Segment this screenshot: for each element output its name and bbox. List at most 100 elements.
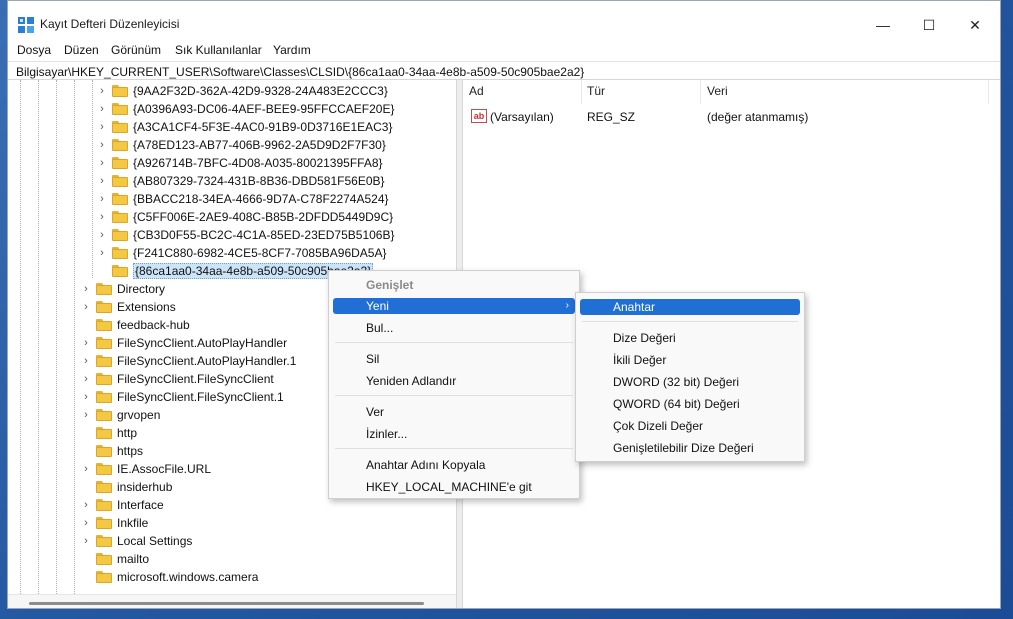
tree-item[interactable]: › Inkfile bbox=[80, 514, 148, 532]
chevron-right-icon[interactable]: › bbox=[96, 154, 108, 172]
menu-find[interactable]: Bul... bbox=[333, 320, 575, 336]
chevron-right-icon[interactable]: › bbox=[80, 388, 92, 406]
chevron-right-icon[interactable]: › bbox=[80, 406, 92, 424]
tree-horizontal-scrollbar[interactable] bbox=[8, 594, 456, 608]
chevron-right-icon[interactable]: › bbox=[80, 370, 92, 388]
chevron-right-icon[interactable]: › bbox=[80, 298, 92, 316]
chevron-right-icon[interactable]: › bbox=[96, 100, 108, 118]
chevron-right-icon[interactable]: › bbox=[96, 190, 108, 208]
submenu-string-value[interactable]: Dize Değeri bbox=[580, 330, 800, 346]
menu-permissions[interactable]: İzinler... bbox=[333, 426, 575, 442]
tree-item[interactable]: › Interface bbox=[80, 496, 164, 514]
menu-delete[interactable]: Sil bbox=[333, 351, 575, 367]
tree-item-label: {F241C880-6982-4CE5-8CF7-7085BA96DA5A} bbox=[133, 246, 387, 260]
scrollbar-thumb[interactable] bbox=[29, 602, 424, 605]
submenu-dword-value[interactable]: DWORD (32 bit) Değeri bbox=[580, 374, 800, 390]
tree-item[interactable]: ›microsoft.windows.camera bbox=[80, 568, 258, 586]
tree-item[interactable]: ›http bbox=[80, 424, 137, 442]
menu-new[interactable]: Yeni › bbox=[333, 298, 575, 314]
column-separator[interactable] bbox=[581, 80, 582, 104]
chevron-right-icon[interactable]: › bbox=[96, 82, 108, 100]
tree-item-label: {9AA2F32D-362A-42D9-9328-24A483E2CCC3} bbox=[133, 84, 388, 98]
menu-expand: Genişlet bbox=[366, 278, 414, 292]
chevron-right-icon[interactable]: › bbox=[96, 172, 108, 190]
menu-goto-hklm[interactable]: HKEY_LOCAL_MACHINE'e git bbox=[333, 479, 575, 495]
tree-item-clsid[interactable]: › {A3CA1CF4-5F3E-4AC0-91B9-0D3716E1EAC3} bbox=[96, 118, 392, 136]
tree-item[interactable]: › Extensions bbox=[80, 298, 176, 316]
close-button[interactable]: ✕ bbox=[952, 10, 998, 40]
tree-item-label: microsoft.windows.camera bbox=[117, 570, 259, 584]
submenu-multi-string-value[interactable]: Çok Dizeli Değer bbox=[580, 418, 800, 434]
submenu-qword-value[interactable]: QWORD (64 bit) Değeri bbox=[580, 396, 800, 412]
chevron-right-icon[interactable]: › bbox=[80, 334, 92, 352]
submenu-binary-value[interactable]: İkili Değer bbox=[580, 352, 800, 368]
menu-copy-key-name[interactable]: Anahtar Adını Kopyala bbox=[333, 457, 575, 473]
chevron-right-icon[interactable]: › bbox=[80, 496, 92, 514]
tree-item[interactable]: › Local Settings bbox=[80, 532, 192, 550]
tree-item-label: IE.AssocFile.URL bbox=[117, 462, 212, 476]
tree-item[interactable]: ›https bbox=[80, 442, 143, 460]
tree-item[interactable]: ›feedback-hub bbox=[80, 316, 190, 334]
chevron-right-icon[interactable]: › bbox=[80, 514, 92, 532]
chevron-right-icon[interactable]: › bbox=[80, 532, 92, 550]
submenu-key[interactable]: Anahtar bbox=[580, 299, 800, 315]
tree-item-clsid[interactable]: › {9AA2F32D-362A-42D9-9328-24A483E2CCC3} bbox=[96, 82, 388, 100]
tree-item[interactable]: › FileSyncClient.AutoPlayHandler bbox=[80, 334, 287, 352]
chevron-right-icon[interactable]: › bbox=[80, 460, 92, 478]
tree-item[interactable]: ›insiderhub bbox=[80, 478, 172, 496]
tree-item[interactable]: › IE.AssocFile.URL bbox=[80, 460, 211, 478]
tree-item-clsid[interactable]: › {AB807329-7324-431B-8B36-DBD581F56E0B} bbox=[96, 172, 384, 190]
submenu-expandable-string-value[interactable]: Genişletilebilir Dize Değeri bbox=[580, 440, 800, 456]
tree-item-clsid[interactable]: › {A0396A93-DC06-4AEF-BEE9-95FFCCAEF20E} bbox=[96, 100, 394, 118]
folder-icon bbox=[96, 283, 112, 295]
minimize-button[interactable]: — bbox=[860, 10, 906, 40]
menu-favorites[interactable]: Sık Kullanılanlar bbox=[175, 43, 262, 57]
tree-item-clsid[interactable]: › {CB3D0F55-BC2C-4C1A-85ED-23ED75B5106B} bbox=[96, 226, 394, 244]
column-separator[interactable] bbox=[988, 80, 989, 104]
menu-help[interactable]: Yardım bbox=[273, 43, 311, 57]
menu-edit[interactable]: Düzen bbox=[64, 43, 99, 57]
tree-item-clsid[interactable]: › {C5FF006E-2AE9-408C-B85B-2DFDD5449D9C} bbox=[96, 208, 393, 226]
tree-item[interactable]: › grvopen bbox=[80, 406, 160, 424]
column-header-name[interactable]: Ad bbox=[469, 84, 484, 98]
value-data: (değer atanmamış) bbox=[707, 110, 809, 124]
tree-item[interactable]: › FileSyncClient.FileSyncClient bbox=[80, 370, 274, 388]
tree-item-label: {BBACC218-34EA-4666-9D7A-C78F2274A524} bbox=[133, 192, 389, 206]
chevron-right-icon[interactable]: › bbox=[96, 244, 108, 262]
tree-item-label: Interface bbox=[117, 498, 164, 512]
tree-item[interactable]: › FileSyncClient.AutoPlayHandler.1 bbox=[80, 352, 296, 370]
folder-icon bbox=[96, 481, 112, 493]
chevron-right-icon[interactable]: › bbox=[96, 208, 108, 226]
folder-icon bbox=[96, 571, 112, 583]
chevron-right-icon: › bbox=[565, 300, 569, 311]
maximize-button[interactable]: ☐ bbox=[906, 10, 952, 40]
column-header-data[interactable]: Veri bbox=[707, 84, 728, 98]
tree-item-clsid[interactable]: › {A78ED123-AB77-406B-9962-2A5D9D2F7F30} bbox=[96, 136, 386, 154]
tree-item-clsid[interactable]: › {F241C880-6982-4CE5-8CF7-7085BA96DA5A} bbox=[96, 244, 387, 262]
tree-item-label: Inkfile bbox=[117, 516, 149, 530]
address-bar[interactable]: Bilgisayar\HKEY_CURRENT_USER\Software\Cl… bbox=[8, 61, 1000, 80]
column-separator[interactable] bbox=[700, 80, 701, 104]
folder-icon bbox=[96, 463, 112, 475]
tree-item[interactable]: ›mailto bbox=[80, 550, 149, 568]
tree-item-clsid[interactable]: › {BBACC218-34EA-4666-9D7A-C78F2274A524} bbox=[96, 190, 389, 208]
column-header-type[interactable]: Tür bbox=[587, 84, 605, 98]
tree-item-label: {A0396A93-DC06-4AEF-BEE9-95FFCCAEF20E} bbox=[133, 102, 395, 116]
value-name[interactable]: (Varsayılan) bbox=[490, 110, 554, 124]
menu-rename[interactable]: Yeniden Adlandır bbox=[333, 373, 575, 389]
chevron-right-icon[interactable]: › bbox=[80, 352, 92, 370]
tree-item-clsid[interactable]: › {A926714B-7BFC-4D08-A035-80021395FFA8} bbox=[96, 154, 382, 172]
chevron-right-icon[interactable]: › bbox=[96, 226, 108, 244]
menu-export[interactable]: Ver bbox=[333, 404, 575, 420]
tree-item[interactable]: › FileSyncClient.FileSyncClient.1 bbox=[80, 388, 284, 406]
tree-item-label: {C5FF006E-2AE9-408C-B85B-2DFDD5449D9C} bbox=[133, 210, 394, 224]
value-type: REG_SZ bbox=[587, 110, 636, 124]
chevron-right-icon[interactable]: › bbox=[96, 118, 108, 136]
menu-view[interactable]: Görünüm bbox=[111, 43, 161, 57]
chevron-right-icon[interactable]: › bbox=[96, 136, 108, 154]
tree-item[interactable]: › Directory bbox=[80, 280, 165, 298]
folder-icon bbox=[112, 265, 128, 277]
chevron-right-icon[interactable]: › bbox=[80, 280, 92, 298]
menu-file[interactable]: Dosya bbox=[17, 43, 51, 57]
folder-icon bbox=[96, 337, 112, 349]
